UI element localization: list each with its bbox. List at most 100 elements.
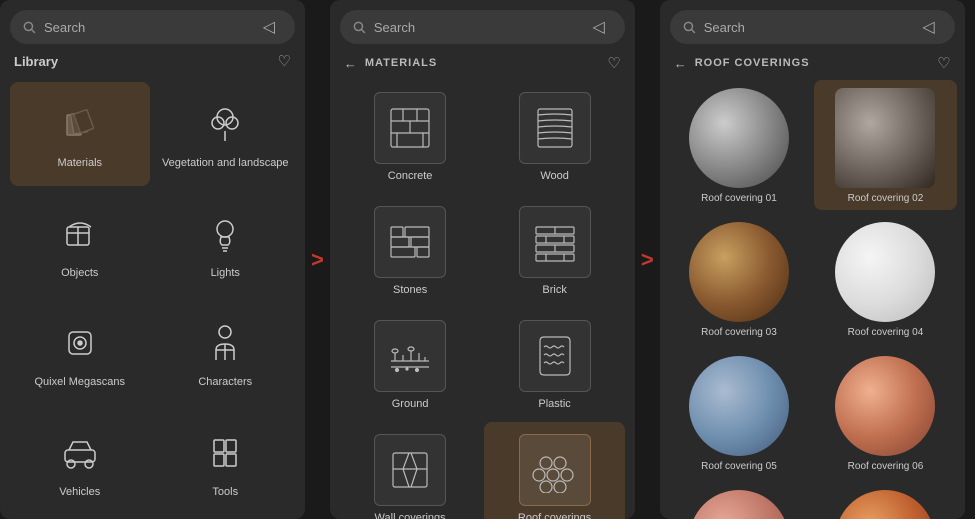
- lib-item-vehicles[interactable]: Vehicles: [10, 411, 150, 515]
- roof-item-07[interactable]: Roof covering 07: [668, 482, 811, 519]
- plastic-icon: [519, 320, 591, 392]
- roof-thumb-07: [689, 490, 789, 519]
- search-icon-2: [352, 20, 366, 34]
- search-icon-3: [682, 20, 696, 34]
- vehicles-icon: [59, 432, 101, 480]
- materials-icon: [59, 103, 101, 151]
- mat-label-roofcoverings: Roof coverings: [518, 512, 591, 519]
- materials-header: ← MATERIALS ♡: [330, 50, 635, 78]
- mat-item-wallcoverings[interactable]: Wall coverings: [340, 422, 481, 519]
- lib-item-vegetation-label: Vegetation and landscape: [162, 157, 289, 169]
- mat-label-brick: Brick: [542, 284, 566, 296]
- lib-item-objects-label: Objects: [61, 267, 98, 279]
- roof-label-03: Roof covering 03: [701, 327, 777, 338]
- wallcoverings-icon: [374, 434, 446, 506]
- roof-item-05[interactable]: Roof covering 05: [668, 348, 811, 478]
- roof-thumb-04: [835, 222, 935, 322]
- roof-coverings-header: ← ROOF COVERINGS ♡: [660, 50, 965, 78]
- arrow-1: >: [305, 247, 330, 273]
- quixel-icon: [59, 322, 101, 370]
- roof-item-02[interactable]: Roof covering 02: [814, 80, 957, 210]
- roof-thumb-01: [689, 88, 789, 188]
- mat-item-brick[interactable]: Brick: [484, 194, 625, 304]
- roof-thumb-06: [835, 356, 935, 456]
- mat-item-stones[interactable]: Stones: [340, 194, 481, 304]
- materials-panel: Search ◁ ← MATERIALS ♡: [330, 0, 635, 519]
- library-header: Library ♡: [0, 50, 305, 78]
- roof-item-08[interactable]: Roof covering 08: [814, 482, 957, 519]
- roof-label-01: Roof covering 01: [701, 193, 777, 204]
- mat-item-plastic[interactable]: Plastic: [484, 308, 625, 418]
- search-bar-3[interactable]: Search ◁: [670, 10, 955, 44]
- roof-thumb-03: [689, 222, 789, 322]
- mat-item-roofcoverings[interactable]: Roof coverings: [484, 422, 625, 519]
- lib-item-lights[interactable]: Lights: [156, 192, 296, 296]
- mat-label-ground: Ground: [392, 398, 429, 410]
- search-placeholder-2: Search: [374, 20, 415, 35]
- library-grid: Materials Vegetation and landscape: [0, 78, 305, 519]
- mat-label-wallcoverings: Wall coverings: [375, 512, 446, 519]
- brick-icon: [519, 206, 591, 278]
- wood-icon: [519, 92, 591, 164]
- roof-label-04: Roof covering 04: [848, 327, 924, 338]
- roof-coverings-grid: Roof covering 01 Roof covering 02 Roof c…: [660, 78, 965, 519]
- lib-item-vehicles-label: Vehicles: [59, 486, 100, 498]
- ground-icon: [374, 320, 446, 392]
- mat-label-concrete: Concrete: [388, 170, 433, 182]
- library-title: Library: [14, 54, 58, 69]
- lights-icon: [204, 213, 246, 261]
- vegetation-icon: [204, 103, 246, 151]
- roof-coverings-panel: Search ◁ ← ROOF COVERINGS ♡ Roof coverin…: [660, 0, 965, 519]
- arrow-2: >: [635, 247, 660, 273]
- lib-item-quixel[interactable]: Quixel Megascans: [10, 302, 150, 406]
- lib-item-materials-label: Materials: [57, 157, 102, 169]
- roof-thumb-02: [835, 88, 935, 188]
- lib-item-objects[interactable]: Objects: [10, 192, 150, 296]
- objects-icon: [59, 213, 101, 261]
- stones-icon: [374, 206, 446, 278]
- search-bar-1[interactable]: Search ◁: [10, 10, 295, 44]
- mat-item-wood[interactable]: Wood: [484, 80, 625, 190]
- roofcoverings-icon: [519, 434, 591, 506]
- search-placeholder-3: Search: [704, 20, 745, 35]
- back-arrow-3[interactable]: ◁: [922, 17, 934, 37]
- roof-label-02: Roof covering 02: [848, 193, 924, 204]
- heart-icon-2[interactable]: ♡: [607, 54, 620, 72]
- heart-icon-1[interactable]: ♡: [278, 52, 291, 70]
- back-arrow-1[interactable]: ◁: [263, 17, 275, 37]
- mat-item-concrete[interactable]: Concrete: [340, 80, 481, 190]
- mat-label-plastic: Plastic: [538, 398, 570, 410]
- lib-item-quixel-label: Quixel Megascans: [35, 376, 126, 388]
- lib-item-materials[interactable]: Materials: [10, 82, 150, 186]
- roof-coverings-title: ROOF COVERINGS: [695, 57, 810, 69]
- roof-thumb-08: [835, 490, 935, 519]
- app-container: Search ◁ Library ♡ Materials: [0, 0, 975, 519]
- roof-item-01[interactable]: Roof covering 01: [668, 80, 811, 210]
- materials-back-btn[interactable]: ←: [344, 56, 357, 71]
- lib-item-characters-label: Characters: [198, 376, 252, 388]
- lib-item-tools[interactable]: Tools: [156, 411, 296, 515]
- lib-item-vegetation[interactable]: Vegetation and landscape: [156, 82, 296, 186]
- roof-label-06: Roof covering 06: [848, 461, 924, 472]
- roof-label-05: Roof covering 05: [701, 461, 777, 472]
- tools-icon: [204, 432, 246, 480]
- roof-thumb-05: [689, 356, 789, 456]
- roof-item-03[interactable]: Roof covering 03: [668, 214, 811, 344]
- search-icon-1: [22, 20, 36, 34]
- lib-item-characters[interactable]: Characters: [156, 302, 296, 406]
- roof-item-04[interactable]: Roof covering 04: [814, 214, 957, 344]
- materials-title: MATERIALS: [365, 57, 437, 69]
- roof-item-06[interactable]: Roof covering 06: [814, 348, 957, 478]
- search-bar-2[interactable]: Search ◁: [340, 10, 625, 44]
- materials-grid: Concrete Wood: [330, 78, 635, 519]
- back-arrow-2[interactable]: ◁: [593, 17, 605, 37]
- heart-icon-3[interactable]: ♡: [937, 54, 950, 72]
- mat-label-stones: Stones: [393, 284, 427, 296]
- lib-item-tools-label: Tools: [212, 486, 238, 498]
- lib-item-lights-label: Lights: [211, 267, 240, 279]
- characters-icon: [204, 322, 246, 370]
- roof-back-btn[interactable]: ←: [674, 56, 687, 71]
- library-panel: Search ◁ Library ♡ Materials: [0, 0, 305, 519]
- mat-item-ground[interactable]: Ground: [340, 308, 481, 418]
- search-placeholder-1: Search: [44, 20, 85, 35]
